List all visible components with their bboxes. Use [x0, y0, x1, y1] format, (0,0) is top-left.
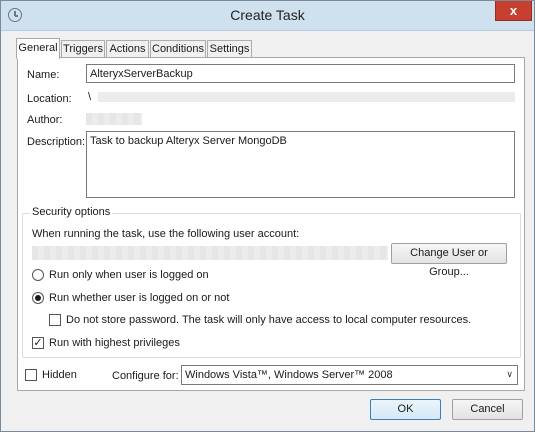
chevron-down-icon: ∨ — [506, 369, 513, 379]
no-store-password-label[interactable]: Do not store password. The task will onl… — [66, 314, 471, 326]
tab-conditions[interactable]: Conditions — [150, 40, 206, 58]
radio-whether-logged-on-label[interactable]: Run whether user is logged on or not — [49, 292, 229, 304]
highest-privileges-checkbox[interactable]: ✓ — [32, 337, 44, 349]
description-label: Description: — [27, 136, 86, 148]
radio-logged-on-label[interactable]: Run only when user is logged on — [49, 269, 209, 281]
hidden-label[interactable]: Hidden — [42, 369, 77, 381]
general-panel: Name: AlteryxServerBackup Location: \ Au… — [17, 57, 525, 391]
radio-logged-on[interactable] — [32, 269, 44, 281]
configure-for-label: Configure for: — [112, 370, 179, 382]
change-user-button[interactable]: Change User or Group... — [391, 243, 507, 278]
window-title: Create Task — [230, 7, 305, 23]
author-value-redacted — [86, 113, 142, 125]
tab-actions[interactable]: Actions — [106, 40, 149, 58]
user-account-redacted — [32, 246, 388, 260]
close-button[interactable]: x — [495, 1, 532, 21]
security-options-title: Security options — [30, 206, 113, 218]
hidden-checkbox[interactable] — [25, 369, 37, 381]
radio-whether-logged-on[interactable] — [32, 292, 44, 304]
cancel-button[interactable]: Cancel — [452, 399, 523, 420]
location-label: Location: — [27, 93, 72, 105]
name-label: Name: — [27, 69, 60, 81]
location-field — [98, 92, 515, 102]
ok-button[interactable]: OK — [370, 399, 441, 420]
no-store-password-checkbox[interactable] — [49, 314, 61, 326]
name-input[interactable]: AlteryxServerBackup — [86, 64, 515, 83]
configure-for-select[interactable]: Windows Vista™, Windows Server™ 2008 ∨ — [181, 365, 518, 385]
create-task-dialog: Create Task x General Triggers Actions C… — [0, 0, 535, 432]
title-bar[interactable]: Create Task x — [1, 1, 534, 31]
author-label: Author: — [27, 114, 63, 126]
account-prompt: When running the task, use the following… — [32, 228, 300, 240]
location-value: \ — [88, 91, 92, 103]
highest-privileges-label[interactable]: Run with highest privileges — [49, 337, 180, 349]
tab-triggers[interactable]: Triggers — [61, 40, 105, 58]
configure-for-value: Windows Vista™, Windows Server™ 2008 — [185, 369, 393, 381]
tab-settings[interactable]: Settings — [207, 40, 252, 58]
tab-general[interactable]: General — [16, 38, 60, 59]
description-textarea[interactable]: Task to backup Alteryx Server MongoDB — [86, 131, 515, 198]
